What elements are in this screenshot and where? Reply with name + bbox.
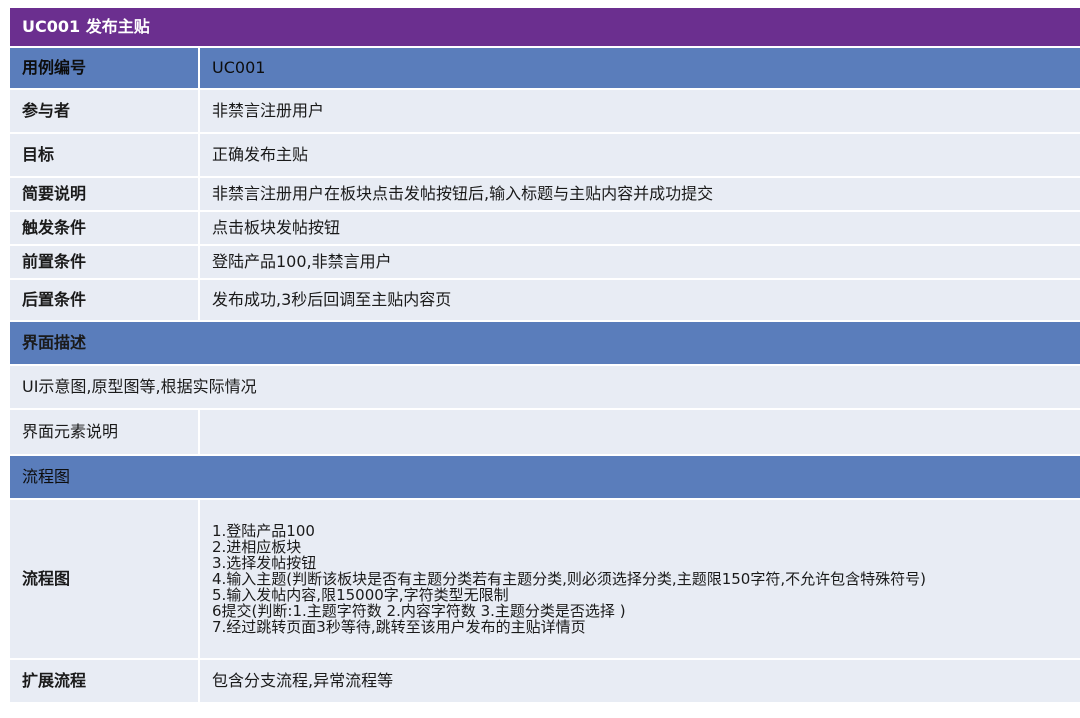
precondition-value: 登陆产品100,非禁言用户 [199, 245, 1080, 280]
postcondition-value: 发布成功,3秒后回调至主贴内容页 [199, 279, 1080, 322]
row-goal: 目标 正确发布主贴 [10, 133, 1080, 178]
flow-step: 7.经过跳转页面3秒等待,跳转至该用户发布的主贴详情页 [212, 618, 586, 636]
row-ui-note: UI示意图,原型图等,根据实际情况 [10, 365, 1080, 410]
row-flow-chart: 流程图 1.登陆产品100 2.进相应板块 3.选择发帖按钮 4.输入主题(判断… [10, 499, 1080, 660]
extension-flow-value: 包含分支流程,异常流程等 [199, 659, 1080, 704]
ui-note: UI示意图,原型图等,根据实际情况 [10, 365, 1080, 410]
postcondition-label: 后置条件 [10, 279, 200, 322]
flow-steps-cell: 1.登陆产品100 2.进相应板块 3.选择发帖按钮 4.输入主题(判断该板块是… [199, 499, 1080, 660]
interface-elements-value [199, 409, 1080, 456]
flow-section-header: 流程图 [10, 455, 1080, 500]
goal-value: 正确发布主贴 [199, 133, 1080, 178]
actor-value: 非禁言注册用户 [199, 89, 1080, 134]
summary-label: 简要说明 [10, 177, 200, 212]
row-interface-elements: 界面元素说明 [10, 409, 1080, 456]
table-title: UC001 发布主贴 [10, 8, 1080, 48]
interface-section-header-row: 界面描述 [10, 321, 1080, 366]
row-trigger: 触发条件 点击板块发帖按钮 [10, 211, 1080, 246]
use-case-id-label: 用例编号 [10, 47, 200, 90]
title-row: UC001 发布主贴 [10, 8, 1080, 48]
flow-chart-label: 流程图 [10, 499, 200, 660]
flow-step: 3.选择发帖按钮 [212, 554, 317, 572]
extension-flow-label: 扩展流程 [10, 659, 200, 704]
interface-elements-label: 界面元素说明 [10, 409, 200, 456]
use-case-table: UC001 发布主贴 用例编号 UC001 参与者 非禁言注册用户 目标 正确发… [10, 8, 1080, 704]
flow-step: 4.输入主题(判断该板块是否有主题分类若有主题分类,则必须选择分类,主题限150… [212, 570, 926, 588]
flow-section-header-row: 流程图 [10, 455, 1080, 500]
use-case-document: UC001 发布主贴 用例编号 UC001 参与者 非禁言注册用户 目标 正确发… [10, 8, 1080, 704]
flow-step: 2.进相应板块 [212, 538, 302, 556]
goal-label: 目标 [10, 133, 200, 178]
use-case-id-value: UC001 [199, 47, 1080, 90]
flow-step: 6提交(判断:1.主题字符数 2.内容字符数 3.主题分类是否选择 ) [212, 602, 626, 620]
interface-section-header: 界面描述 [10, 321, 1080, 366]
flow-step: 5.输入发帖内容,限15000字,字符类型无限制 [212, 586, 509, 604]
row-use-case-id: 用例编号 UC001 [10, 47, 1080, 90]
flow-step: 1.登陆产品100 [212, 522, 315, 540]
row-extension-flow: 扩展流程 包含分支流程,异常流程等 [10, 659, 1080, 704]
summary-value: 非禁言注册用户在板块点击发帖按钮后,输入标题与主贴内容并成功提交 [199, 177, 1080, 212]
actor-label: 参与者 [10, 89, 200, 134]
row-summary: 简要说明 非禁言注册用户在板块点击发帖按钮后,输入标题与主贴内容并成功提交 [10, 177, 1080, 212]
precondition-label: 前置条件 [10, 245, 200, 280]
trigger-label: 触发条件 [10, 211, 200, 246]
trigger-value: 点击板块发帖按钮 [199, 211, 1080, 246]
row-actor: 参与者 非禁言注册用户 [10, 89, 1080, 134]
flow-steps-list: 1.登陆产品100 2.进相应板块 3.选择发帖按钮 4.输入主题(判断该板块是… [212, 523, 1068, 635]
row-precondition: 前置条件 登陆产品100,非禁言用户 [10, 245, 1080, 280]
row-postcondition: 后置条件 发布成功,3秒后回调至主贴内容页 [10, 279, 1080, 322]
